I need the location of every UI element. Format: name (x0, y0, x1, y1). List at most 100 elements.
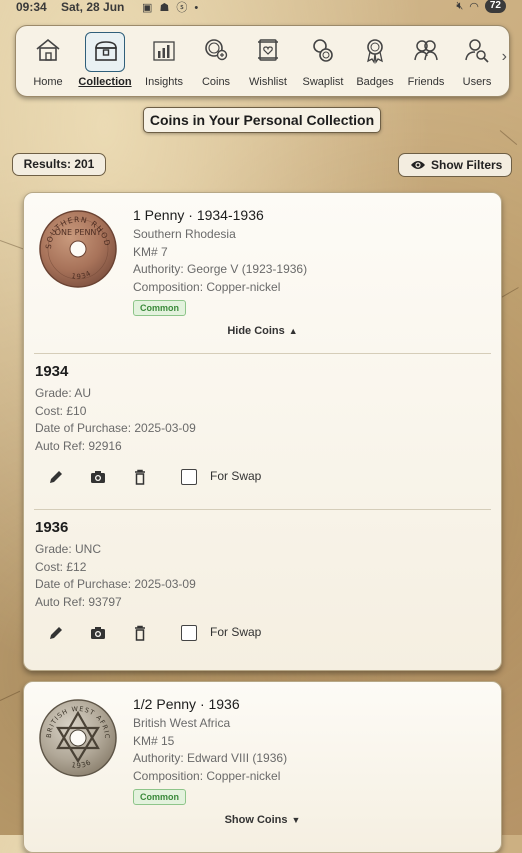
nav-wishlist-label: Wishlist (249, 76, 287, 88)
results-count: Results: 201 (12, 153, 106, 176)
pencil-icon (50, 471, 62, 483)
treasure-chest-icon (95, 41, 117, 61)
coin-card: BRITISH WEST AFRICA 1936 1/2 Penny · 193… (23, 681, 502, 853)
coin-details: 1 Penny · 1934-1936 Southern Rhodesia KM… (133, 206, 493, 316)
coin-title[interactable]: 1 Penny · 1934-1936 (133, 206, 493, 226)
for-swap-checkbox[interactable] (181, 469, 197, 485)
photo-button[interactable] (89, 468, 107, 486)
trash-icon (135, 625, 145, 641)
nav-scroll-right-icon[interactable]: › (502, 48, 507, 66)
eye-icon (411, 161, 425, 169)
coin-km: KM# 15 (133, 733, 175, 748)
camera-icon (91, 471, 105, 483)
for-swap-label: For Swap (210, 625, 262, 639)
bar-chart-icon (153, 41, 175, 61)
nav-insights-label: Insights (145, 76, 183, 88)
swap-coins-icon (313, 39, 333, 62)
entry-purchase-date: Date of Purchase: 2025-03-09 (35, 421, 196, 435)
nav-coins-label: Coins (201, 76, 231, 88)
entry-year: 1934 (35, 363, 69, 380)
coin-composition: Composition: Copper-nickel (133, 768, 281, 783)
divider (34, 353, 491, 354)
background-crack (0, 690, 21, 701)
nav-collection-label: Collection (78, 76, 132, 88)
show-filters-button[interactable]: Show Filters (398, 153, 512, 177)
nav-home[interactable]: Home (25, 26, 71, 96)
page-title: Coins in Your Personal Collection (143, 107, 381, 133)
coin-title[interactable]: 1/2 Penny · 1936 (133, 695, 493, 715)
wishlist-heart-icon (258, 39, 278, 61)
camera-icon (91, 627, 105, 639)
for-swap-label: For Swap (210, 469, 262, 483)
nav-badges[interactable]: Badges (352, 26, 398, 96)
entry-cost: Cost: £10 (35, 403, 87, 418)
nav-friends-label: Friends (407, 76, 445, 88)
nav-home-label: Home (33, 76, 63, 88)
nav-friends[interactable]: Friends (403, 26, 449, 96)
coins-search-icon (205, 39, 228, 61)
entry-year: 1936 (35, 519, 69, 536)
main-nav-bar: Home Collection Insights Coins Wishlist … (15, 25, 510, 97)
notification-icons: ▣ ☗ ⓢ • (142, 2, 201, 14)
coin-country: British West Africa (133, 716, 231, 730)
coin-authority: Authority: George V (1923-1936) (133, 262, 308, 276)
coin-center-text: ONE PENNY (55, 228, 102, 237)
entry-auto-ref: Auto Ref: 92916 (35, 438, 122, 453)
show-coins-label: Show Coins (224, 814, 288, 826)
entry-cost: Cost: £12 (35, 559, 87, 574)
friends-icon (414, 40, 438, 61)
delete-button[interactable] (131, 468, 149, 486)
mute-icon: 🔇︎ (456, 0, 464, 12)
for-swap-checkbox[interactable] (181, 625, 197, 641)
background-crack (499, 130, 518, 146)
nav-users[interactable]: Users (454, 26, 500, 96)
collection-entry: 1936 Grade: UNC Cost: £12 Date of Purcha… (35, 519, 485, 641)
caret-up-icon: ▲ (288, 326, 298, 336)
coin-km: KM# 7 (133, 244, 168, 259)
coin-composition: Composition: Copper-nickel (133, 279, 281, 294)
entry-actions: For Swap (35, 624, 435, 644)
battery-indicator: 72 (484, 0, 506, 13)
nav-users-label: Users (462, 76, 492, 88)
divider (34, 509, 491, 510)
nav-insights[interactable]: Insights (141, 26, 187, 96)
entry-auto-ref: Auto Ref: 93797 (35, 594, 122, 609)
badge-ribbon-icon (367, 39, 383, 64)
status-bar: 09:34 Sat, 28 Jun ▣ ☗ ⓢ • 🔇︎ ◠ 72 (0, 0, 522, 16)
status-time: 09:34 (16, 0, 47, 14)
coin-card: SOUTHERN RHODESIA ONE PENNY 1934 1 Penny… (23, 192, 502, 671)
coin-image[interactable]: SOUTHERN RHODESIA ONE PENNY 1934 (39, 210, 117, 288)
home-icon (36, 38, 60, 61)
pencil-icon (50, 627, 62, 639)
entry-purchase-date: Date of Purchase: 2025-03-09 (35, 577, 196, 591)
collection-entry: 1934 Grade: AU Cost: £10 Date of Purchas… (35, 363, 485, 485)
show-coins-toggle[interactable]: Show Coins ▼ (24, 814, 501, 826)
nav-swaplist[interactable]: Swaplist (300, 26, 346, 96)
rarity-badge: Common (133, 789, 186, 805)
caret-down-icon: ▼ (291, 815, 301, 825)
coin-image[interactable]: BRITISH WEST AFRICA 1936 (39, 699, 117, 777)
user-search-icon (465, 39, 489, 63)
entry-grade: Grade: UNC (35, 542, 102, 556)
delete-button[interactable] (131, 624, 149, 642)
photo-button[interactable] (89, 624, 107, 642)
edit-button[interactable] (47, 624, 65, 642)
entry-grade: Grade: AU (35, 386, 92, 400)
trash-icon (135, 469, 145, 485)
coin-country: Southern Rhodesia (133, 227, 236, 241)
show-filters-label: Show Filters (431, 158, 503, 172)
nav-collection[interactable]: Collection (78, 26, 132, 96)
nav-coins[interactable]: Coins (193, 26, 239, 96)
hide-coins-toggle[interactable]: Hide Coins ▲ (24, 325, 501, 337)
hide-coins-label: Hide Coins (227, 325, 285, 337)
edit-button[interactable] (47, 468, 65, 486)
wifi-icon: ◠ (469, 0, 479, 13)
nav-wishlist[interactable]: Wishlist (245, 26, 291, 96)
coin-details: 1/2 Penny · 1936 British West Africa KM#… (133, 695, 493, 805)
entry-actions: For Swap (35, 468, 435, 488)
nav-swaplist-label: Swaplist (302, 76, 344, 88)
rarity-badge: Common (133, 300, 186, 316)
status-date: Sat, 28 Jun (61, 0, 125, 14)
nav-badges-label: Badges (356, 76, 394, 88)
status-right-icons: 🔇︎ ◠ 72 (456, 0, 506, 13)
